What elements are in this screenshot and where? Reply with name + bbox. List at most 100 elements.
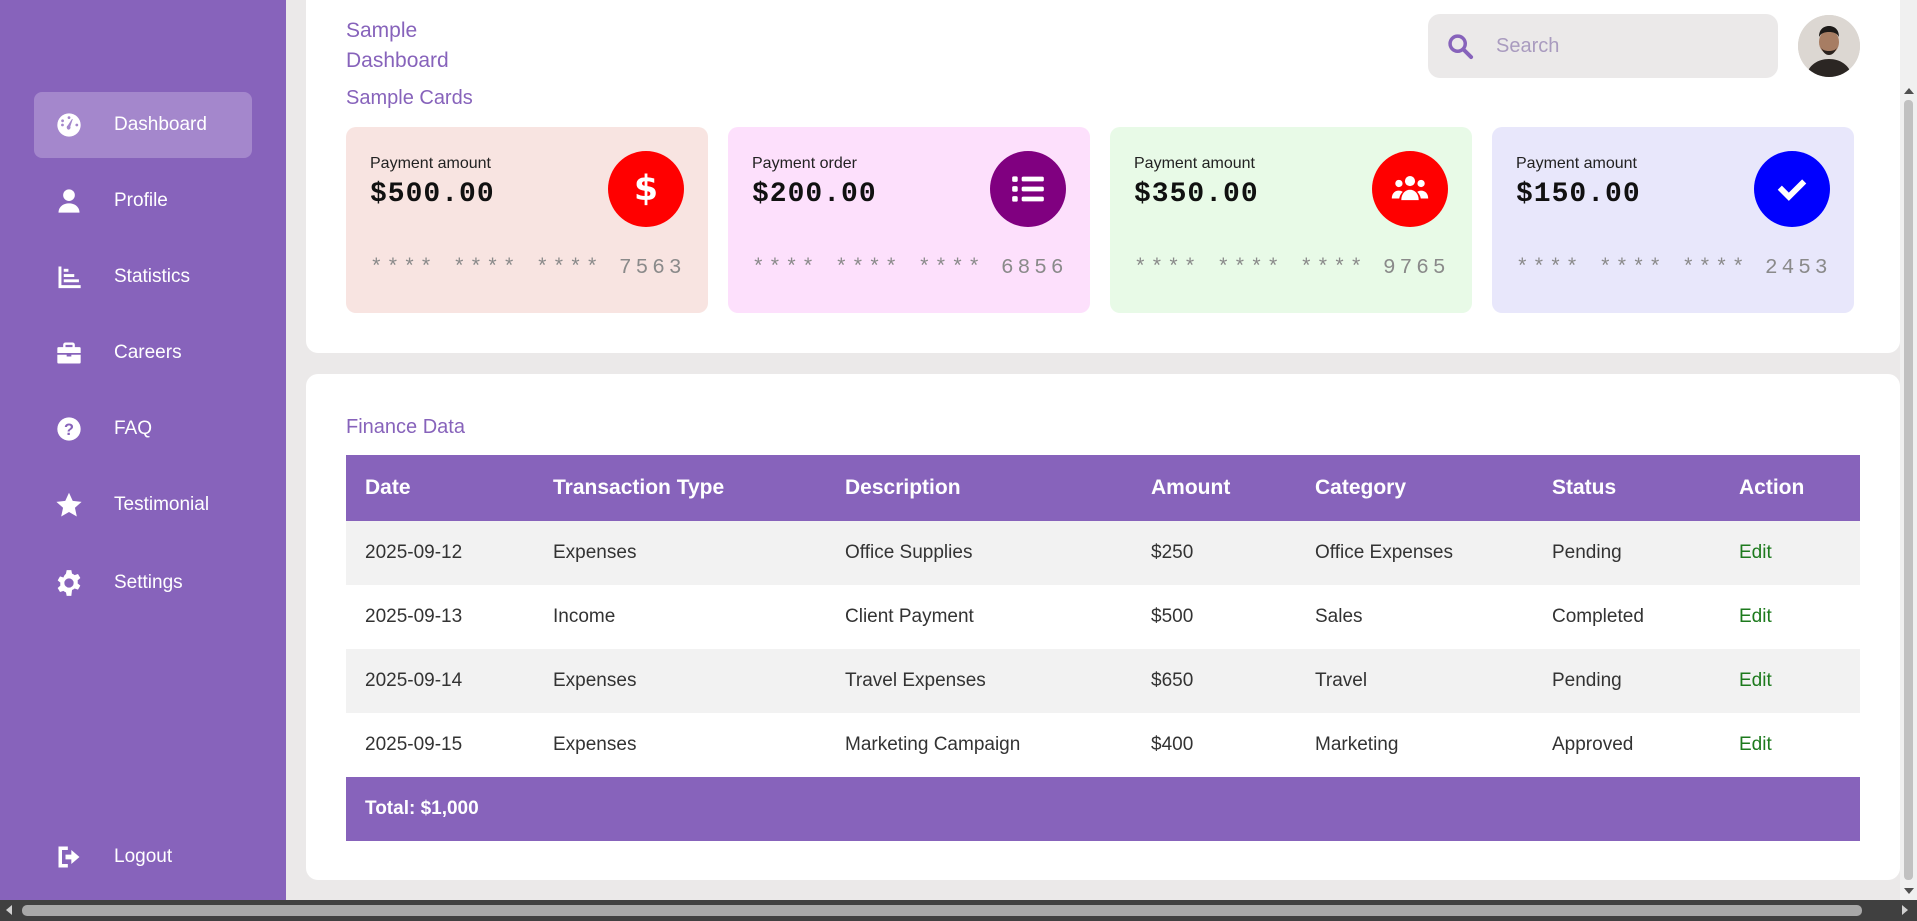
- cell-type: Expenses: [534, 649, 826, 713]
- edit-link[interactable]: Edit: [1720, 713, 1860, 777]
- finance-title: Finance Data: [346, 416, 465, 438]
- table-row: 2025-09-13 Income Client Payment $500 Sa…: [346, 585, 1860, 649]
- dollar-icon: $: [608, 151, 684, 227]
- card-number: **** **** **** 2453: [1516, 257, 1832, 280]
- sidebar-item-label: Profile: [114, 190, 168, 211]
- cell-amount: $500: [1132, 585, 1296, 649]
- finance-table: Date Transaction Type Description Amount…: [346, 455, 1860, 841]
- card-amount: $500.00: [370, 179, 495, 210]
- sidebar-item-settings[interactable]: Settings: [34, 550, 252, 616]
- briefcase-icon: [54, 338, 84, 368]
- cell-status: Pending: [1533, 649, 1720, 713]
- cell-type: Expenses: [534, 713, 826, 777]
- gear-icon: [54, 568, 84, 598]
- column-header: Description: [826, 455, 1132, 521]
- payment-card[interactable]: Payment amount $500.00 **** **** **** 75…: [346, 127, 708, 313]
- svg-text:$: $: [634, 170, 658, 208]
- user-icon: [54, 186, 84, 216]
- card-number: **** **** **** 9765: [1134, 257, 1450, 280]
- card-amount: $150.00: [1516, 179, 1641, 210]
- card-number: **** **** **** 6856: [752, 257, 1068, 280]
- cell-status: Pending: [1533, 521, 1720, 585]
- edit-link[interactable]: Edit: [1720, 585, 1860, 649]
- gauge-icon: [54, 110, 84, 140]
- cell-category: Office Expenses: [1296, 521, 1533, 585]
- check-icon: [1754, 151, 1830, 227]
- card-number: **** **** **** 7563: [370, 257, 686, 280]
- cell-amount: $400: [1132, 713, 1296, 777]
- search-input[interactable]: [1494, 33, 1768, 59]
- avatar[interactable]: [1798, 15, 1860, 77]
- cell-description: Marketing Campaign: [826, 713, 1132, 777]
- cell-category: Marketing: [1296, 713, 1533, 777]
- cell-type: Income: [534, 585, 826, 649]
- payment-card[interactable]: Payment amount $350.00 **** **** **** 97…: [1110, 127, 1472, 313]
- cards-section-title: Sample Cards: [346, 87, 473, 109]
- card-amount: $350.00: [1134, 179, 1259, 210]
- cell-description: Client Payment: [826, 585, 1132, 649]
- card-label: Payment amount: [1134, 155, 1255, 172]
- column-header: Category: [1296, 455, 1533, 521]
- cell-date: 2025-09-12: [346, 521, 534, 585]
- sidebar-item-testimonial[interactable]: Testimonial: [34, 472, 252, 538]
- card-label: Payment amount: [370, 155, 491, 172]
- sidebar-item-careers[interactable]: Careers: [34, 320, 252, 386]
- sidebar-item-label: Careers: [114, 342, 182, 363]
- sidebar-item-statistics[interactable]: Statistics: [34, 244, 252, 310]
- logout-button[interactable]: Logout: [34, 824, 252, 890]
- cell-description: Office Supplies: [826, 521, 1132, 585]
- table-header-row: Date Transaction Type Description Amount…: [346, 455, 1860, 521]
- scroll-right-arrow-icon[interactable]: [1902, 905, 1908, 915]
- users-icon: [1372, 151, 1448, 227]
- logout-icon: [54, 842, 84, 872]
- sidebar-item-label: Settings: [114, 572, 183, 593]
- cell-amount: $650: [1132, 649, 1296, 713]
- column-header: Date: [346, 455, 534, 521]
- edit-link[interactable]: Edit: [1720, 649, 1860, 713]
- cell-date: 2025-09-15: [346, 713, 534, 777]
- table-row: 2025-09-12 Expenses Office Supplies $250…: [346, 521, 1860, 585]
- table-row: 2025-09-14 Expenses Travel Expenses $650…: [346, 649, 1860, 713]
- vertical-scrollbar[interactable]: [1900, 0, 1917, 900]
- scroll-up-arrow-icon[interactable]: [1904, 88, 1914, 94]
- card-label: Payment amount: [1516, 155, 1637, 172]
- card-label: Payment order: [752, 155, 857, 172]
- vertical-scroll-thumb[interactable]: [1904, 100, 1913, 880]
- column-header: Action: [1720, 455, 1860, 521]
- scroll-left-arrow-icon[interactable]: [6, 905, 12, 915]
- cell-type: Expenses: [534, 521, 826, 585]
- sidebar-item-label: Statistics: [114, 266, 191, 287]
- column-header: Amount: [1132, 455, 1296, 521]
- cell-amount: $250: [1132, 521, 1296, 585]
- search-box[interactable]: [1428, 14, 1778, 78]
- payment-card[interactable]: Payment order $200.00 **** **** **** 685…: [728, 127, 1090, 313]
- sidebar-item-dashboard[interactable]: Dashboard: [34, 92, 252, 158]
- horizontal-scroll-thumb[interactable]: [22, 905, 1862, 916]
- card-amount: $200.00: [752, 179, 877, 210]
- cell-description: Travel Expenses: [826, 649, 1132, 713]
- sidebar-item-label: Dashboard: [114, 114, 207, 135]
- sidebar-item-label: Testimonial: [114, 494, 210, 515]
- cell-date: 2025-09-14: [346, 649, 534, 713]
- star-icon: [54, 490, 84, 520]
- cell-status: Completed: [1533, 585, 1720, 649]
- column-header: Status: [1533, 455, 1720, 521]
- logout-label: Logout: [114, 846, 173, 867]
- cell-status: Approved: [1533, 713, 1720, 777]
- question-icon: ?: [54, 414, 84, 444]
- column-header: Transaction Type: [534, 455, 826, 521]
- cell-date: 2025-09-13: [346, 585, 534, 649]
- sidebar-item-profile[interactable]: Profile: [34, 168, 252, 234]
- sidebar-item-faq[interactable]: ? FAQ: [34, 396, 252, 462]
- payment-card[interactable]: Payment amount $150.00 **** **** **** 24…: [1492, 127, 1854, 313]
- edit-link[interactable]: Edit: [1720, 521, 1860, 585]
- horizontal-scrollbar[interactable]: [0, 900, 1917, 921]
- sidebar: Dashboard Profile Statistics Careers ? F…: [0, 0, 286, 900]
- svg-text:?: ?: [64, 421, 74, 439]
- sidebar-item-label: FAQ: [114, 418, 153, 439]
- cell-category: Travel: [1296, 649, 1533, 713]
- bar-chart-icon: [54, 262, 84, 292]
- table-row: 2025-09-15 Expenses Marketing Campaign $…: [346, 713, 1860, 777]
- scroll-down-arrow-icon[interactable]: [1904, 888, 1914, 894]
- search-icon: [1444, 30, 1476, 62]
